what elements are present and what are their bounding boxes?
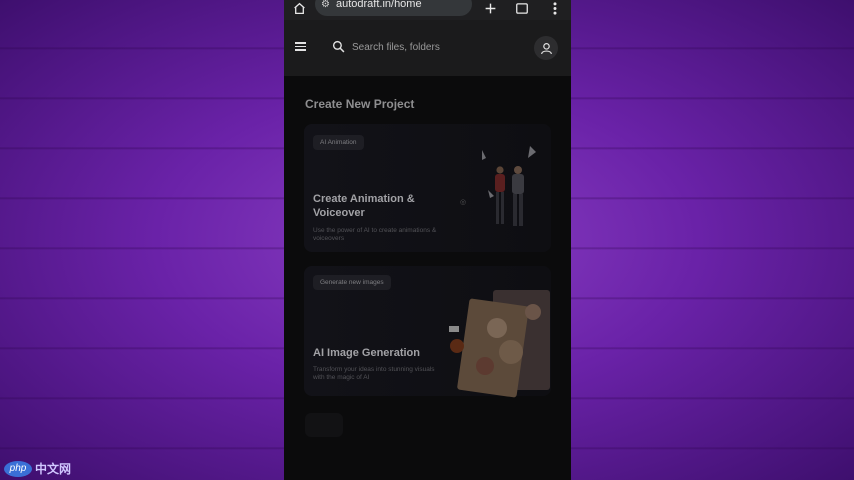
card-title: Create Animation & Voiceover: [313, 193, 415, 219]
hamburger-icon[interactable]: [295, 42, 306, 51]
card-badge: AI Animation: [313, 135, 364, 150]
card-description: Use the power of AI to create animations…: [313, 227, 437, 242]
svg-text:◎: ◎: [460, 199, 466, 206]
phone-screen: ⚙ autodraft.in/home Search files, folder…: [284, 0, 571, 480]
animation-illustration: ◎: [460, 146, 536, 226]
address-url: autodraft.in/home: [335, 0, 422, 10]
watermark: php 中文网: [4, 460, 71, 477]
page-title: Create New Project: [305, 97, 415, 111]
main-content: Create New Project AI Animation Create A…: [284, 76, 571, 480]
tune-icon[interactable]: ⚙: [321, 0, 330, 10]
card-title: AI Image Generation: [313, 347, 420, 359]
card-description: Transform your ideas into stunning visua…: [313, 366, 435, 381]
plus-icon[interactable]: [480, 0, 500, 18]
app-header: Search files, folders: [284, 20, 571, 76]
card-badge: Generate new images: [313, 275, 391, 290]
address-bar[interactable]: ⚙ autodraft.in/home: [315, 0, 472, 16]
image-generation-illustration: [449, 290, 550, 398]
user-icon: [540, 42, 552, 54]
card-animation[interactable]: AI Animation Create Animation & Voiceove…: [304, 124, 551, 252]
bottom-ghost-button[interactable]: [305, 413, 343, 437]
search-input[interactable]: Search files, folders: [352, 42, 440, 53]
card-image-generation[interactable]: Generate new images AI Image Generation …: [304, 266, 551, 398]
browser-toolbar: ⚙ autodraft.in/home: [284, 0, 571, 20]
user-avatar[interactable]: [534, 36, 558, 60]
search-icon[interactable]: [332, 40, 346, 54]
watermark-text: 中文网: [35, 462, 72, 476]
more-vert-icon[interactable]: [545, 0, 565, 18]
home-icon[interactable]: [289, 0, 309, 18]
tab-switcher-icon[interactable]: [512, 0, 532, 18]
watermark-logo: php: [4, 460, 32, 477]
